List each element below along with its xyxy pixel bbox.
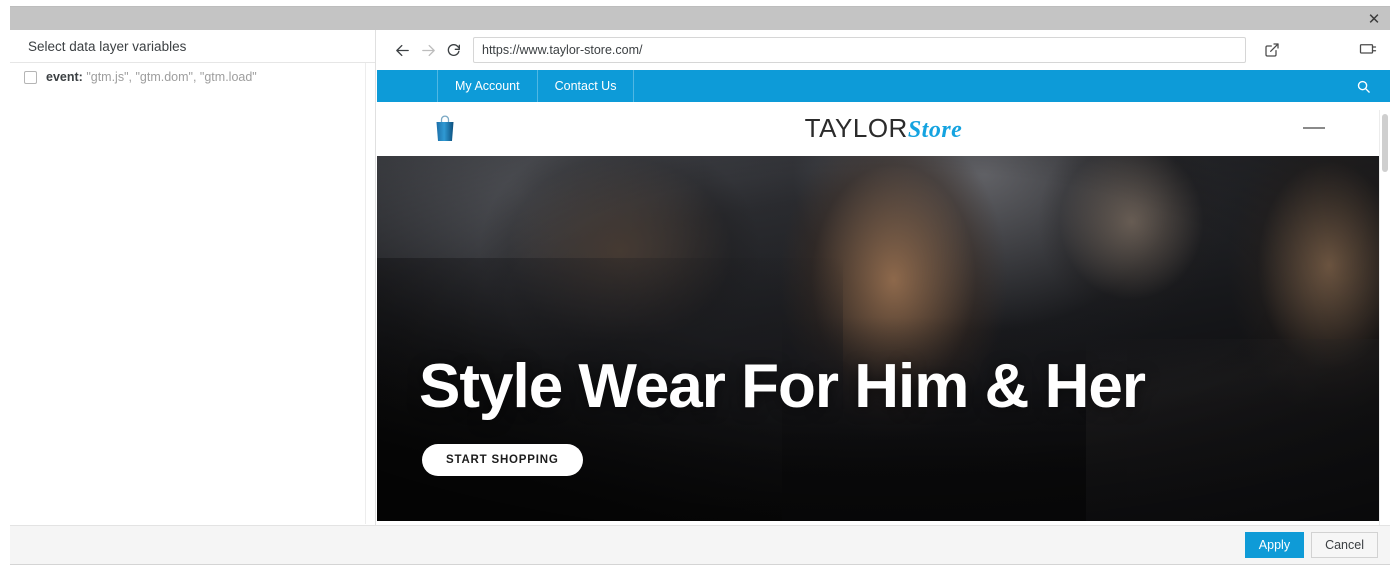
- list-item[interactable]: event: "gtm.js", "gtm.dom", "gtm.load": [10, 63, 375, 91]
- close-icon[interactable]: ✕: [1364, 9, 1384, 29]
- dialog-titlebar: ✕: [10, 6, 1390, 31]
- site-top-navigation: My Account Contact Us: [377, 70, 1390, 102]
- dialog-footer: Apply Cancel: [10, 525, 1390, 565]
- browser-toolbar: https://www.taylor-store.com/: [377, 30, 1390, 70]
- hero-headline: Style Wear For Him & Her: [419, 352, 1146, 421]
- variable-key: event:: [46, 70, 83, 84]
- variables-panel-title: Select data layer variables: [10, 30, 375, 63]
- arrow-left-icon[interactable]: [389, 37, 415, 63]
- open-in-new-icon[interactable]: [1258, 36, 1286, 64]
- variables-list-scrollbar[interactable]: [365, 63, 374, 524]
- hamburger-menu-icon[interactable]: [1303, 127, 1325, 129]
- data-layer-variables-dialog: ✕ Select data layer variables event: "gt…: [0, 0, 1400, 572]
- brand-primary: TAYLOR: [804, 113, 908, 143]
- arrow-right-icon[interactable]: [415, 37, 441, 63]
- variable-checkbox[interactable]: [24, 70, 37, 84]
- site-header: TAYLORStore: [377, 102, 1390, 156]
- hero-banner: Style Wear For Him & Her START SHOPPING: [377, 156, 1390, 521]
- brand-secondary: Store: [907, 117, 963, 143]
- rendered-website: My Account Contact Us TAYLORStore Style …: [377, 70, 1390, 525]
- site-logo[interactable]: TAYLORStore: [377, 113, 1390, 144]
- dialog-body: Select data layer variables event: "gtm.…: [10, 30, 1390, 525]
- variable-label: event: "gtm.js", "gtm.dom", "gtm.load": [46, 70, 257, 84]
- apply-button[interactable]: Apply: [1244, 532, 1305, 558]
- url-input[interactable]: https://www.taylor-store.com/: [473, 37, 1246, 63]
- nav-item-contact-us[interactable]: Contact Us: [536, 70, 635, 102]
- reload-icon[interactable]: [441, 37, 467, 63]
- variable-values: "gtm.js", "gtm.dom", "gtm.load": [86, 70, 257, 84]
- nav-item-my-account[interactable]: My Account: [437, 70, 537, 102]
- cancel-button[interactable]: Cancel: [1311, 532, 1378, 558]
- website-preview-panel: https://www.taylor-store.com/ My Account…: [377, 30, 1390, 525]
- variables-list: event: "gtm.js", "gtm.dom", "gtm.load": [10, 63, 375, 524]
- start-shopping-button[interactable]: START SHOPPING: [422, 444, 583, 476]
- search-icon[interactable]: [1336, 70, 1390, 102]
- preview-scrollbar-thumb[interactable]: [1382, 114, 1388, 172]
- variables-panel: Select data layer variables event: "gtm.…: [10, 30, 376, 525]
- device-preview-icon[interactable]: [1354, 36, 1382, 64]
- preview-scrollbar[interactable]: [1379, 110, 1390, 525]
